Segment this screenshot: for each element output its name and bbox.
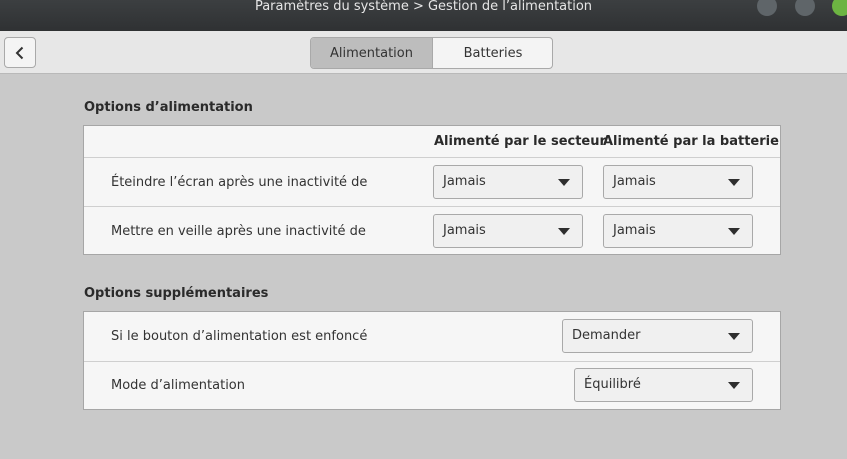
dropdown-arrow-icon: [728, 179, 740, 186]
screen-off-row: Éteindre l’écran après une inactivité de…: [84, 157, 780, 206]
dropdown-arrow-icon: [728, 228, 740, 235]
window-title: Paramètres du système > Gestion de l’ali…: [254, 0, 593, 14]
tab-alimentation[interactable]: Alimentation: [311, 38, 433, 68]
dropdown-value: Équilibré: [584, 377, 641, 392]
dropdown-arrow-icon: [558, 179, 570, 186]
screen-off-ac-dropdown[interactable]: Jamais: [433, 165, 583, 199]
power-options-box: Alimenté par le secteur Alimenté par la …: [83, 125, 781, 255]
extra-options-title: Options supplémentaires: [84, 286, 269, 301]
dropdown-arrow-icon: [728, 333, 740, 340]
tab-switcher: Alimentation Batteries: [310, 37, 553, 69]
screen-off-battery-dropdown[interactable]: Jamais: [603, 165, 753, 199]
power-options-header-row: Alimenté par le secteur Alimenté par la …: [84, 126, 780, 157]
dropdown-value: Jamais: [443, 223, 486, 238]
power-mode-dropdown[interactable]: Équilibré: [574, 368, 753, 402]
power-button-label: Si le bouton d’alimentation est enfoncé: [111, 329, 368, 344]
window-titlebar: Paramètres du système > Gestion de l’ali…: [0, 0, 847, 31]
dropdown-arrow-icon: [728, 382, 740, 389]
power-mode-row: Mode d’alimentation Équilibré: [84, 361, 780, 409]
header-bar: Alimentation Batteries: [0, 31, 847, 74]
power-button-action-dropdown[interactable]: Demander: [562, 319, 753, 353]
dropdown-value: Jamais: [613, 174, 656, 189]
dropdown-arrow-icon: [558, 228, 570, 235]
dropdown-value: Jamais: [443, 174, 486, 189]
dropdown-value: Demander: [572, 328, 641, 343]
chevron-left-icon: [15, 46, 24, 59]
tab-batteries[interactable]: Batteries: [433, 38, 552, 68]
suspend-label: Mettre en veille après une inactivité de: [111, 224, 366, 239]
suspend-ac-dropdown[interactable]: Jamais: [433, 214, 583, 248]
power-button-row: Si le bouton d’alimentation est enfoncé …: [84, 312, 780, 361]
extra-options-box: Si le bouton d’alimentation est enfoncé …: [83, 311, 781, 410]
suspend-row: Mettre en veille après une inactivité de…: [84, 206, 780, 254]
column-header-ac: Alimenté par le secteur: [434, 134, 606, 149]
screen-off-label: Éteindre l’écran après une inactivité de: [111, 175, 368, 190]
suspend-battery-dropdown[interactable]: Jamais: [603, 214, 753, 248]
power-mode-label: Mode d’alimentation: [111, 378, 245, 393]
back-button[interactable]: [4, 37, 36, 68]
dropdown-value: Jamais: [613, 223, 656, 238]
power-options-title: Options d’alimentation: [84, 100, 253, 115]
column-header-battery: Alimenté par la batterie: [603, 134, 779, 149]
